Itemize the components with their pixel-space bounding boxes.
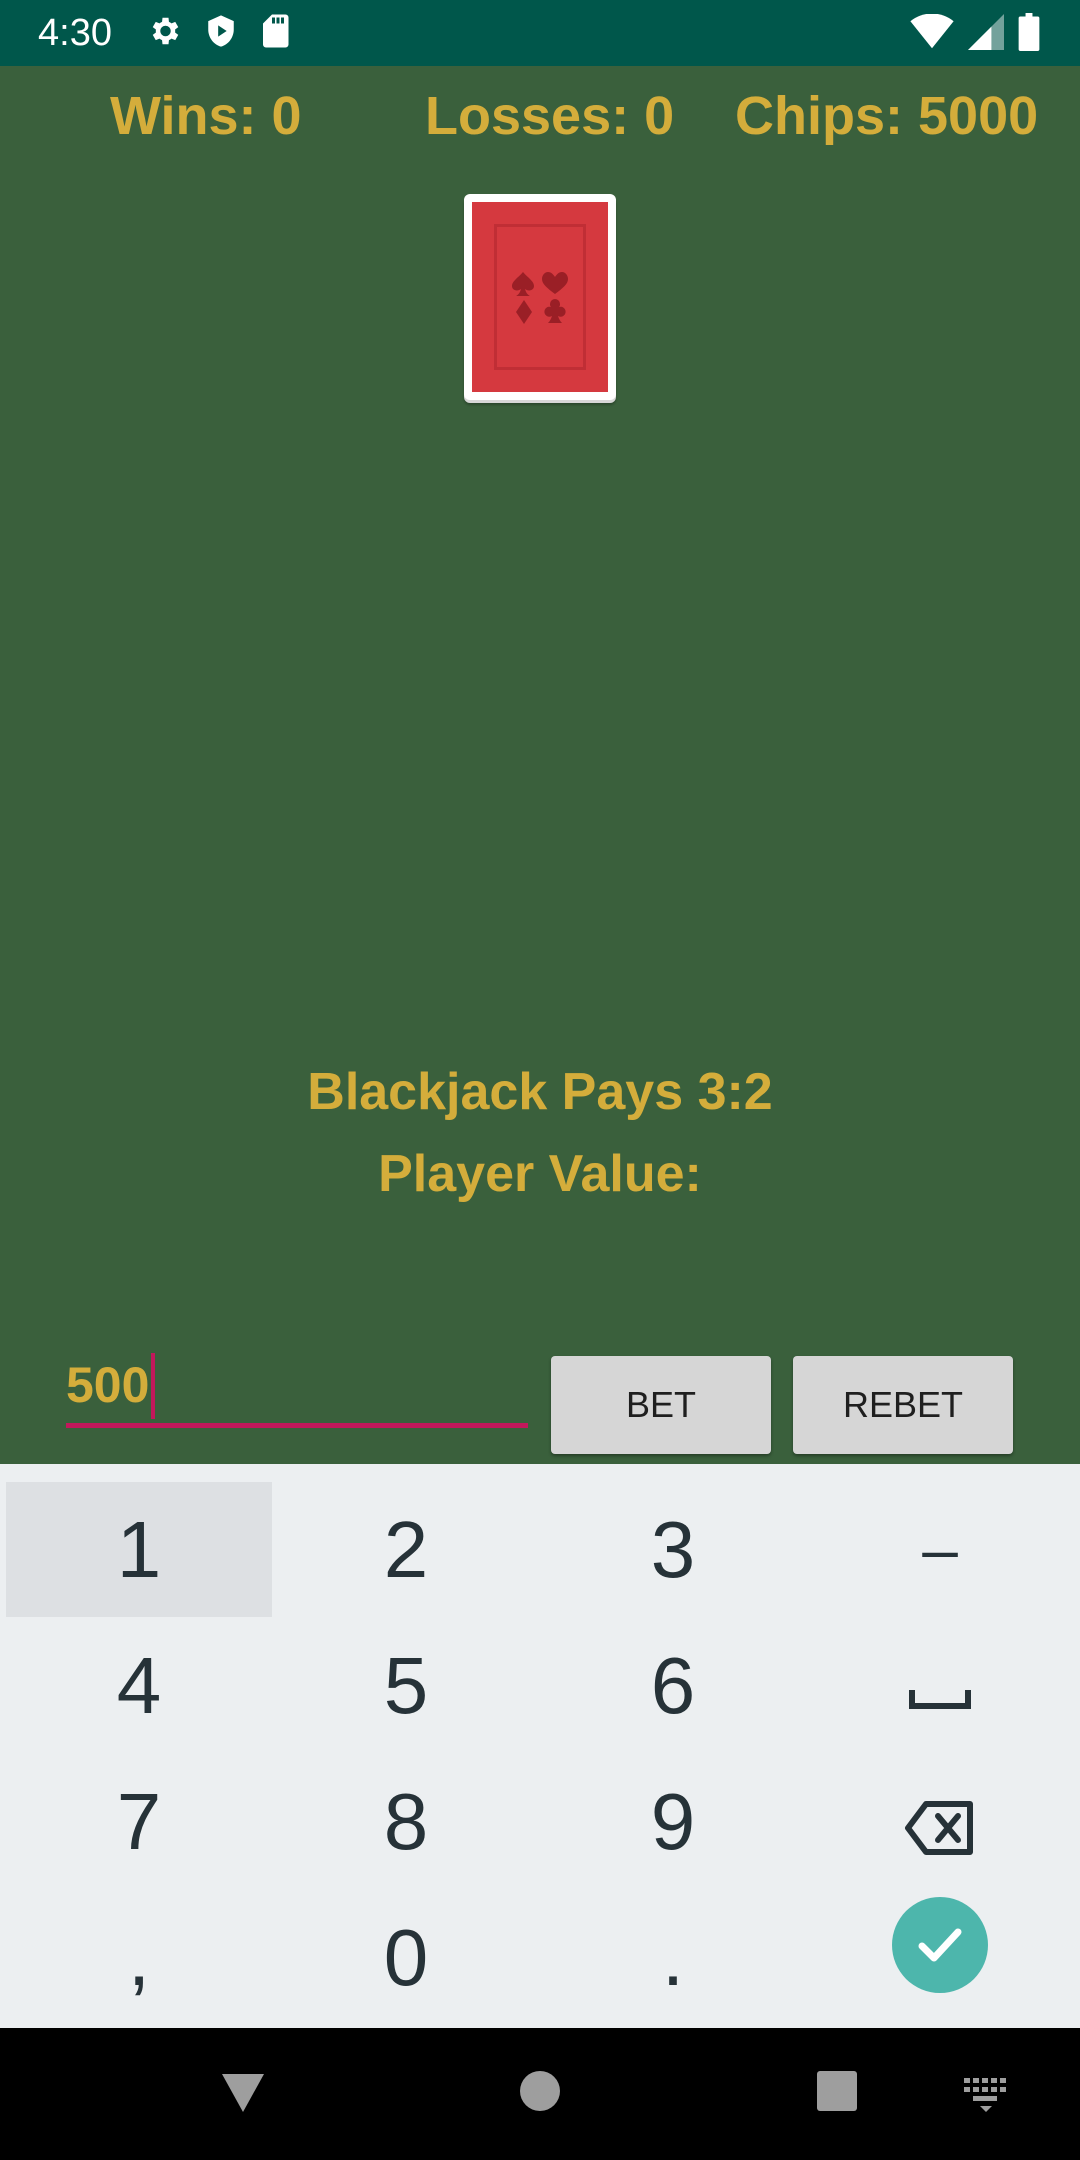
navigation-bar bbox=[0, 2028, 1080, 2160]
battery-icon bbox=[1018, 13, 1040, 51]
losses-value: 0 bbox=[644, 86, 675, 146]
status-system-icons bbox=[910, 13, 1040, 51]
wins-label: Wins: bbox=[110, 86, 257, 146]
key-comma[interactable]: , bbox=[6, 1890, 272, 2025]
player-value-text: Player Value: bbox=[378, 1145, 702, 1203]
status-time: 4:30 bbox=[38, 12, 112, 54]
bet-amount-value: 500 bbox=[66, 1350, 156, 1420]
sd-card-icon bbox=[263, 14, 289, 48]
card-back bbox=[464, 194, 616, 400]
card-suits-icon bbox=[512, 272, 568, 324]
status-bar: 4:30 bbox=[0, 0, 1080, 66]
chips-label: Chips: bbox=[735, 86, 903, 146]
key-5[interactable]: 5 bbox=[273, 1618, 539, 1753]
key-period[interactable]: . bbox=[540, 1890, 806, 2025]
key-8[interactable]: 8 bbox=[273, 1754, 539, 1889]
chips-stat: Chips: 5000 bbox=[735, 76, 1038, 156]
settings-icon bbox=[152, 17, 179, 45]
blackjack-pays-text: Blackjack Pays 3:2 bbox=[307, 1063, 773, 1121]
losses-stat: Losses: 0 bbox=[425, 76, 674, 156]
backspace-icon bbox=[905, 1800, 973, 1855]
key-space[interactable] bbox=[807, 1618, 1073, 1753]
dealer-card-facedown bbox=[464, 194, 616, 408]
key-1[interactable]: 1 bbox=[6, 1482, 272, 1617]
text-cursor bbox=[151, 1352, 156, 1419]
key-9[interactable]: 9 bbox=[540, 1754, 806, 1889]
chips-value: 5000 bbox=[918, 86, 1039, 146]
losses-label: Losses: bbox=[425, 86, 630, 146]
space-icon bbox=[909, 1689, 971, 1709]
wins-value: 0 bbox=[271, 86, 302, 146]
back-icon[interactable] bbox=[220, 2066, 266, 2116]
game-table: Wins: 0 Losses: 0 Chips: 5000 Blackjack … bbox=[0, 66, 1080, 1464]
cell-signal-icon bbox=[968, 14, 1004, 50]
bet-amount-text: 500 bbox=[66, 1357, 150, 1413]
bet-button[interactable]: BET bbox=[551, 1356, 771, 1454]
wins-stat: Wins: 0 bbox=[110, 76, 302, 156]
rebet-button[interactable]: REBET bbox=[793, 1356, 1013, 1454]
numeric-keyboard: 1 2 3 – 4 5 6 7 8 9 , 0 . bbox=[0, 1464, 1080, 2028]
key-2[interactable]: 2 bbox=[273, 1482, 539, 1617]
shield-play-icon bbox=[208, 15, 234, 47]
key-minus[interactable]: – bbox=[807, 1482, 1073, 1617]
checkmark-icon bbox=[918, 1928, 962, 1962]
key-0[interactable]: 0 bbox=[273, 1890, 539, 2025]
key-backspace[interactable] bbox=[807, 1754, 1073, 1889]
home-icon[interactable] bbox=[518, 2066, 562, 2116]
key-4[interactable]: 4 bbox=[6, 1618, 272, 1753]
key-6[interactable]: 6 bbox=[540, 1618, 806, 1753]
keyboard-done-button[interactable] bbox=[892, 1897, 988, 1993]
bet-amount-input[interactable]: 500 bbox=[66, 1348, 528, 1428]
keyboard-switch-icon[interactable] bbox=[962, 2066, 1010, 2116]
key-7[interactable]: 7 bbox=[6, 1754, 272, 1889]
status-notification-icons bbox=[146, 13, 290, 49]
card-back-pattern bbox=[472, 202, 608, 392]
wifi-icon bbox=[910, 14, 954, 49]
recents-icon[interactable] bbox=[815, 2066, 859, 2116]
key-3[interactable]: 3 bbox=[540, 1482, 806, 1617]
